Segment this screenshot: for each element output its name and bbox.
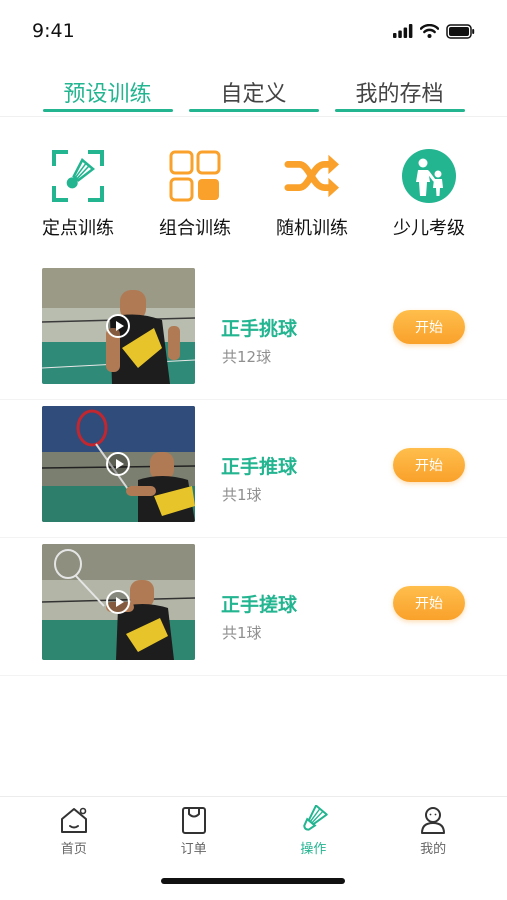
training-video-thumbnail[interactable]: [42, 544, 195, 660]
home-indicator: [161, 878, 345, 884]
tab-my-archive[interactable]: 我的存档: [334, 72, 465, 112]
tab-preset-training[interactable]: 预设训练: [42, 72, 173, 112]
tabbar-label: 首页: [60, 842, 87, 857]
tabbar-label: 订单: [180, 842, 207, 857]
tabbar-item-profile[interactable]: 我的: [388, 805, 478, 857]
shot-count: 共1球: [222, 624, 262, 642]
home-icon: [58, 805, 90, 835]
shot-count: 共12球: [222, 348, 272, 366]
list-item: 正手推球 共1球 开始: [0, 400, 507, 538]
tabbar-item-operation[interactable]: 操作: [268, 805, 358, 857]
status-bar: 9:41: [0, 0, 507, 60]
start-button[interactable]: 开始: [393, 586, 465, 620]
list-item: 正手挑球 共12球 开始: [0, 262, 507, 400]
play-icon: [106, 590, 130, 614]
category-fixed-point[interactable]: 定点训练: [22, 148, 134, 240]
parent-child-icon: [401, 148, 457, 204]
signal-icon: [393, 24, 413, 38]
profile-icon: [417, 805, 449, 835]
tabbar-item-home[interactable]: 首页: [29, 805, 119, 857]
play-icon: [106, 314, 130, 338]
target-shuttlecock-icon: [50, 148, 106, 204]
grid-icon: [167, 148, 223, 204]
training-title: 正手推球: [221, 456, 298, 478]
category-grid: 定点训练 组合训练 随机训练 少儿考级: [22, 148, 485, 240]
tab-label: 我的存档: [355, 82, 444, 107]
category-label: 定点训练: [42, 218, 114, 239]
battery-icon: [446, 23, 475, 39]
category-kids-grading[interactable]: 少儿考级: [373, 148, 485, 240]
wifi-icon: [420, 24, 439, 38]
tabs-divider: [0, 116, 507, 117]
shot-count: 共1球: [222, 486, 262, 504]
tab-custom[interactable]: 自定义: [188, 72, 319, 112]
tabbar-label: 我的: [420, 842, 447, 857]
play-icon: [106, 452, 130, 476]
training-tabs: 预设训练 自定义 我的存档: [0, 72, 507, 112]
category-combination[interactable]: 组合训练: [139, 148, 251, 240]
status-time: 9:41: [32, 20, 75, 42]
training-video-thumbnail[interactable]: [42, 268, 195, 384]
list-item: 正手搓球 共1球 开始: [0, 538, 507, 676]
order-bag-icon: [178, 805, 210, 835]
tab-label: 自定义: [220, 82, 287, 107]
shuffle-icon: [284, 148, 340, 204]
training-title: 正手搓球: [221, 594, 298, 616]
start-button[interactable]: 开始: [393, 310, 465, 344]
training-title: 正手挑球: [221, 318, 298, 340]
category-label: 随机训练: [276, 218, 348, 239]
category-random[interactable]: 随机训练: [256, 148, 368, 240]
tabbar-item-orders[interactable]: 订单: [149, 805, 239, 857]
shuttlecock-icon: [297, 805, 329, 835]
start-button[interactable]: 开始: [393, 448, 465, 482]
bottom-tab-bar: 首页 订单 操作 我的: [0, 796, 507, 900]
category-label: 组合训练: [159, 218, 231, 239]
training-video-thumbnail[interactable]: [42, 406, 195, 522]
status-icons: [393, 22, 475, 40]
tabbar-label: 操作: [300, 842, 327, 857]
tab-label: 预设训练: [63, 82, 152, 107]
training-list: 正手挑球 共12球 开始 正手推球 共1球 开始 正手搓球 共1球 开始: [0, 262, 507, 676]
category-label: 少儿考级: [393, 218, 465, 239]
